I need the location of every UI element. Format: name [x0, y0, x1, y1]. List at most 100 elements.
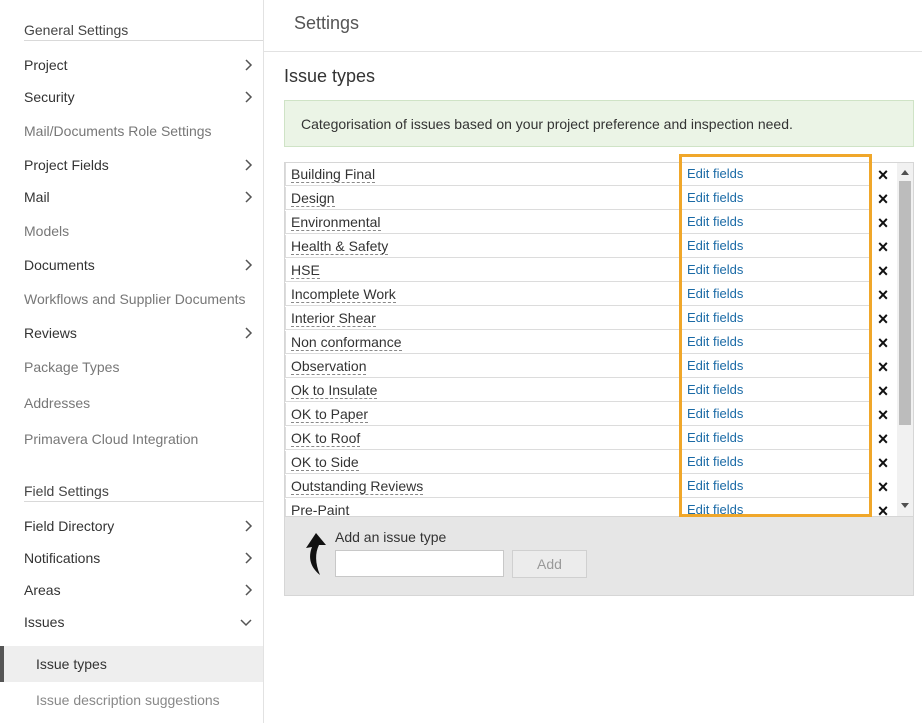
delete-icon[interactable]: ×	[875, 286, 891, 304]
delete-icon[interactable]: ×	[875, 310, 891, 328]
sidebar-item-areas[interactable]: Areas	[24, 580, 263, 600]
delete-icon[interactable]: ×	[875, 382, 891, 400]
issue-type-name[interactable]: Interior Shear	[291, 310, 376, 327]
add-button[interactable]: Add	[512, 550, 587, 578]
sidebar-item-workflows-and-supplier-documents[interactable]: Workflows and Supplier Documents	[24, 289, 263, 309]
scroll-thumb[interactable]	[899, 181, 911, 425]
sidebar-item-project[interactable]: Project	[24, 55, 263, 75]
add-issue-type-input[interactable]	[335, 550, 504, 577]
delete-icon[interactable]: ×	[875, 478, 891, 496]
issue-type-name-cell[interactable]: Health & Safety	[285, 235, 680, 258]
issue-type-name[interactable]: Pre-Paint	[291, 502, 350, 516]
header: Settings	[264, 0, 922, 52]
issue-type-name[interactable]: Non conformance	[291, 334, 402, 351]
sidebar-item-label: Areas	[24, 582, 61, 598]
issue-type-name-cell[interactable]: OK to Paper	[285, 403, 680, 426]
delete-icon[interactable]: ×	[875, 214, 891, 232]
edit-fields-link[interactable]: Edit fields	[681, 307, 871, 330]
issue-type-name-cell[interactable]: Pre-Paint	[285, 499, 680, 516]
edit-fields-link[interactable]: Edit fields	[681, 355, 871, 378]
edit-fields-link[interactable]: Edit fields	[681, 187, 871, 210]
issue-type-name-cell[interactable]: Environmental	[285, 211, 680, 234]
edit-fields-link[interactable]: Edit fields	[681, 163, 871, 186]
sidebar-item-issues[interactable]: Issues	[24, 612, 263, 632]
sidebar-item-label: Documents	[24, 257, 95, 273]
delete-icon[interactable]: ×	[875, 238, 891, 256]
issue-type-name-cell[interactable]: Interior Shear	[285, 307, 680, 330]
sidebar-item-field-directory[interactable]: Field Directory	[24, 516, 263, 536]
issue-type-name-cell[interactable]: OK to Side	[285, 451, 680, 474]
issue-type-name-cell[interactable]: Observation	[285, 355, 680, 378]
sidebar-item-primavera-cloud-integration[interactable]: Primavera Cloud Integration	[24, 429, 263, 449]
chevron-right-icon	[245, 259, 253, 271]
issue-type-name[interactable]: Environmental	[291, 214, 381, 231]
issue-type-name-cell[interactable]: Non conformance	[285, 331, 680, 354]
list-scrollbar[interactable]	[897, 163, 913, 516]
issue-type-name[interactable]: OK to Roof	[291, 430, 361, 447]
chevron-right-icon	[245, 520, 253, 532]
issue-type-name-cell[interactable]: Building Final	[285, 163, 680, 186]
table-row: Building Final Edit fields ×	[285, 163, 888, 187]
issue-type-name-cell[interactable]: Ok to Insulate	[285, 379, 680, 402]
delete-icon[interactable]: ×	[875, 406, 891, 424]
sidebar-item-models[interactable]: Models	[24, 221, 263, 241]
sidebar-item-documents[interactable]: Documents	[24, 255, 263, 275]
sidebar-item-reviews[interactable]: Reviews	[24, 323, 263, 343]
edit-fields-link[interactable]: Edit fields	[681, 475, 871, 498]
issue-type-name[interactable]: OK to Side	[291, 454, 359, 471]
scroll-up-icon[interactable]	[901, 170, 909, 175]
page-title: Settings	[294, 13, 360, 33]
table-row: Outstanding Reviews Edit fields ×	[285, 475, 888, 499]
sidebar-item-security[interactable]: Security	[24, 87, 263, 107]
delete-icon[interactable]: ×	[875, 358, 891, 376]
sidebar-item-addresses[interactable]: Addresses	[24, 393, 263, 413]
edit-fields-link[interactable]: Edit fields	[681, 211, 871, 234]
sidebar-item-mail[interactable]: Mail	[24, 187, 263, 207]
issue-type-name[interactable]: Observation	[291, 358, 367, 375]
edit-fields-link[interactable]: Edit fields	[681, 379, 871, 402]
issue-type-name-cell[interactable]: OK to Roof	[285, 427, 680, 450]
edit-fields-link[interactable]: Edit fields	[681, 283, 871, 306]
delete-icon[interactable]: ×	[875, 454, 891, 472]
delete-icon[interactable]: ×	[875, 334, 891, 352]
sidebar-item-issue-description-suggestions[interactable]: Issue description suggestions	[36, 692, 220, 708]
sidebar-item-label: Primavera Cloud Integration	[24, 431, 199, 447]
sidebar-item-issue-types[interactable]: Issue types	[0, 646, 263, 682]
issue-type-name[interactable]: OK to Paper	[291, 406, 369, 423]
edit-fields-link[interactable]: Edit fields	[681, 259, 871, 282]
sidebar-item-label: Addresses	[24, 395, 91, 411]
sidebar-item-label: Issues	[24, 614, 65, 630]
issue-type-name[interactable]: Health & Safety	[291, 238, 389, 255]
delete-icon[interactable]: ×	[875, 430, 891, 448]
sidebar-item-notifications[interactable]: Notifications	[24, 548, 263, 568]
issue-type-name-cell[interactable]: HSE	[285, 259, 680, 282]
issue-type-name-cell[interactable]: Design	[285, 187, 680, 210]
edit-fields-link[interactable]: Edit fields	[681, 451, 871, 474]
edit-fields-link[interactable]: Edit fields	[681, 235, 871, 258]
sidebar-item-label: Models	[24, 223, 70, 239]
delete-icon[interactable]: ×	[875, 166, 891, 184]
issue-type-name[interactable]: HSE	[291, 262, 320, 279]
add-issue-type-panel: Add an issue type Add	[284, 517, 914, 596]
edit-fields-link[interactable]: Edit fields	[681, 499, 871, 516]
issue-type-name-cell[interactable]: Incomplete Work	[285, 283, 680, 306]
delete-icon[interactable]: ×	[875, 262, 891, 280]
delete-icon[interactable]: ×	[875, 502, 891, 516]
issue-type-name[interactable]: Incomplete Work	[291, 286, 396, 303]
edit-fields-link[interactable]: Edit fields	[681, 403, 871, 426]
sidebar-item-package-types[interactable]: Package Types	[24, 357, 263, 377]
issue-type-name[interactable]: Outstanding Reviews	[291, 478, 424, 495]
scroll-down-icon[interactable]	[901, 503, 909, 508]
issue-type-name-cell[interactable]: Outstanding Reviews	[285, 475, 680, 498]
issue-type-name[interactable]: Ok to Insulate	[291, 382, 378, 399]
section-heading: Issue types	[284, 66, 376, 86]
table-row: HSE Edit fields ×	[285, 259, 888, 283]
issue-type-name[interactable]: Design	[291, 190, 335, 207]
sidebar-item-mail-documents-role-settings[interactable]: Mail/Documents Role Settings	[24, 121, 263, 141]
issue-type-name[interactable]: Building Final	[291, 166, 376, 183]
edit-fields-link[interactable]: Edit fields	[681, 331, 871, 354]
delete-icon[interactable]: ×	[875, 190, 891, 208]
edit-fields-link[interactable]: Edit fields	[681, 427, 871, 450]
sidebar-item-label: Project Fields	[24, 157, 109, 173]
sidebar-item-project-fields[interactable]: Project Fields	[24, 155, 263, 175]
